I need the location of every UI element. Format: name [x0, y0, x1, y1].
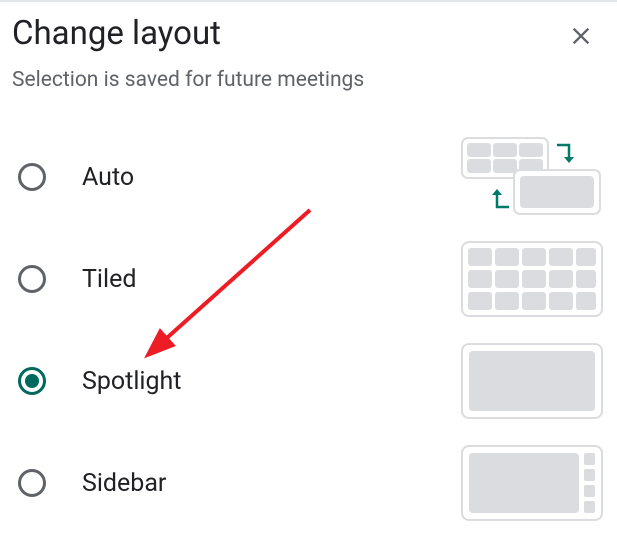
dialog-title: Change layout	[12, 14, 221, 53]
option-auto[interactable]: Auto	[12, 126, 605, 228]
close-button[interactable]	[557, 12, 605, 60]
option-label: Auto	[82, 163, 461, 192]
option-sidebar[interactable]: Sidebar	[12, 432, 605, 534]
preview-auto-icon	[461, 137, 603, 217]
radio-tiled[interactable]	[18, 265, 46, 293]
option-tiled[interactable]: Tiled	[12, 228, 605, 330]
radio-dot-icon	[25, 374, 39, 388]
radio-auto[interactable]	[18, 163, 46, 191]
close-icon	[567, 22, 595, 50]
dialog-header: Change layout	[12, 14, 605, 60]
radio-sidebar[interactable]	[18, 469, 46, 497]
option-spotlight[interactable]: Spotlight	[12, 330, 605, 432]
option-label: Sidebar	[82, 469, 461, 498]
change-layout-dialog: Change layout Selection is saved for fut…	[0, 2, 617, 534]
option-label: Spotlight	[82, 367, 461, 396]
preview-tiled-icon	[461, 241, 603, 317]
option-label: Tiled	[82, 265, 461, 294]
radio-spotlight[interactable]	[18, 367, 46, 395]
dialog-subtitle: Selection is saved for future meetings	[12, 68, 605, 92]
layout-options: Auto	[12, 126, 605, 534]
preview-sidebar-icon	[461, 445, 603, 521]
preview-spotlight-icon	[461, 343, 603, 419]
